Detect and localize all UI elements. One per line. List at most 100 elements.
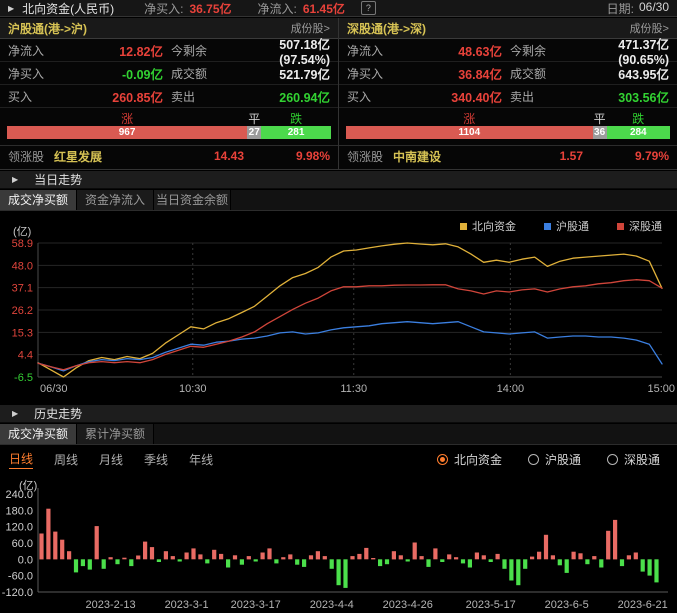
svg-text:240.0: 240.0 (5, 489, 33, 501)
svg-text:4.4: 4.4 (18, 350, 33, 362)
turnover-label: 成交额 (163, 65, 233, 82)
panel-title: 沪股通(港->沪) (8, 20, 87, 37)
leading-stock-row: 领涨股 中南建设 1.57 9.79% (339, 145, 677, 166)
radio-north-funds[interactable]: 北向资金 (437, 451, 502, 468)
intraday-line-chart: 58.948.037.126.215.34.4-6.506/3010:3011:… (0, 211, 677, 397)
intraday-tabbar: 成交净买额 资金净流入 当日资金余额 (0, 190, 677, 211)
section-header-intraday[interactable]: ▶ 当日走势 (0, 171, 677, 189)
panel-hk-sz: 深股通(港->深) 成份股> 净流入 48.63亿 今剩余 471.37亿(90… (339, 18, 677, 169)
net-inflow-value: 61.45亿 (303, 0, 345, 17)
flat-label: 平 (593, 110, 607, 125)
panel-hk-sh: 沪股通(港->沪) 成份股> 净流入 12.82亿 今剩余 507.18亿(97… (0, 18, 339, 169)
sell-value: 260.94亿 (233, 87, 330, 106)
radio-icon (437, 454, 448, 465)
data-row: 净买入 36.84亿 成交额 643.95亿 (339, 62, 677, 85)
period-weekly[interactable]: 周线 (54, 451, 78, 469)
advance-decline-bar: 967 27 281 (7, 126, 331, 139)
radio-sh-connect[interactable]: 沪股通 (528, 451, 581, 468)
connect-panels: 沪股通(港->沪) 成份股> 净流入 12.82亿 今剩余 507.18亿(97… (0, 18, 677, 170)
northbound-funds-app: ▶ 北向资金(人民币) 净买入: 36.75亿 净流入: 61.45亿 ? 日期… (0, 0, 677, 613)
tab-history-cumulative[interactable]: 累计净买额 (77, 424, 154, 444)
svg-text:14:00: 14:00 (497, 383, 525, 395)
history-bar-chart: 240.0180.0120.060.00.0-60.0-120.02023-2-… (0, 474, 677, 613)
period-daily[interactable]: 日线 (9, 450, 33, 469)
svg-text:0.0: 0.0 (18, 554, 33, 566)
sell-value: 303.56亿 (572, 87, 669, 106)
svg-text:2023-4-4: 2023-4-4 (310, 599, 354, 611)
leading-stock-row: 领涨股 红星发展 14.43 9.98% (0, 145, 338, 166)
flat-label: 平 (247, 110, 261, 125)
history-controls: 日线 周线 月线 季线 年线 北向资金 沪股通 深股通 (0, 446, 677, 473)
down-count: 281 (261, 126, 331, 139)
net-buy-label: 净买入 (347, 65, 405, 82)
svg-text:2023-3-17: 2023-3-17 (231, 599, 281, 611)
up-label: 涨 (7, 110, 247, 125)
net-inflow-label: 净流入 (347, 42, 405, 59)
svg-text:58.9: 58.9 (12, 238, 33, 250)
expander-icon[interactable]: ▶ (8, 4, 14, 13)
series-radios: 北向资金 沪股通 深股通 (437, 451, 660, 468)
period-quarterly[interactable]: 季线 (144, 451, 168, 469)
svg-text:06/30: 06/30 (40, 383, 68, 395)
svg-text:180.0: 180.0 (5, 505, 33, 517)
svg-text:15.3: 15.3 (12, 327, 33, 339)
net-inflow-value: 12.82亿 (66, 41, 163, 60)
tab-history-net-buy[interactable]: 成交净买额 (0, 424, 77, 444)
turnover-label: 成交额 (502, 65, 572, 82)
expander-icon: ▶ (12, 175, 18, 184)
advance-decline-bar: 1104 36 284 (346, 126, 670, 139)
net-buy-value: 36.75亿 (190, 0, 232, 17)
svg-text:48.0: 48.0 (12, 260, 33, 272)
svg-text:120.0: 120.0 (5, 522, 33, 534)
period-monthly[interactable]: 月线 (99, 451, 123, 469)
svg-text:2023-4-26: 2023-4-26 (383, 599, 433, 611)
svg-text:11:30: 11:30 (340, 383, 367, 395)
leading-stock-change-pct: 9.79% (583, 149, 669, 163)
history-chart: (亿) 240.0180.0120.060.00.0-60.0-120.0202… (0, 474, 677, 613)
sell-label: 卖出 (502, 88, 572, 105)
buy-label: 买入 (347, 88, 405, 105)
history-tabbar: 成交净买额 累计净买额 (0, 424, 677, 445)
data-row: 净流入 48.63亿 今剩余 471.37亿(90.65%) (339, 39, 677, 62)
svg-text:26.2: 26.2 (12, 305, 33, 317)
net-buy-label: 净买入 (8, 65, 66, 82)
tab-net-buy[interactable]: 成交净买额 (0, 190, 77, 210)
quota-left-value: 507.18亿(97.54%) (233, 34, 330, 67)
data-row: 净买入 -0.09亿 成交额 521.79亿 (0, 62, 338, 85)
radio-sz-connect[interactable]: 深股通 (607, 451, 660, 468)
tab-quota-balance[interactable]: 当日资金余额 (154, 190, 231, 210)
svg-text:2023-2-13: 2023-2-13 (85, 599, 135, 611)
quota-left-value: 471.37亿(90.65%) (572, 34, 669, 67)
data-row: 买入 260.85亿 卖出 260.94亿 (0, 85, 338, 108)
leading-stock-label: 领涨股 (347, 148, 383, 165)
leading-stock-name[interactable]: 中南建设 (393, 148, 441, 165)
radio-label: 北向资金 (454, 451, 502, 468)
page-title: 北向资金(人民币) (22, 0, 114, 17)
svg-text:2023-6-5: 2023-6-5 (545, 599, 589, 611)
net-buy-label: 净买入: (144, 0, 183, 17)
flat-count: 36 (593, 126, 607, 139)
svg-text:60.0: 60.0 (12, 538, 33, 550)
up-count: 967 (7, 126, 247, 139)
section-title: 当日走势 (34, 171, 82, 188)
turnover-value: 521.79亿 (233, 64, 330, 83)
intraday-chart: (亿) 北向资金 沪股通 深股通 58.948.037.126.215.34.4… (0, 211, 677, 397)
up-count: 1104 (346, 126, 593, 139)
section-header-history[interactable]: ▶ 历史走势 (0, 405, 677, 423)
net-buy-value: 36.84亿 (405, 64, 502, 83)
data-row: 净流入 12.82亿 今剩余 507.18亿(97.54%) (0, 39, 338, 62)
down-count: 284 (607, 126, 670, 139)
down-label: 跌 (607, 110, 670, 125)
tab-net-inflow[interactable]: 资金净流入 (77, 190, 154, 210)
radio-icon (607, 454, 618, 465)
quota-left-label: 今剩余 (502, 42, 572, 59)
period-yearly[interactable]: 年线 (189, 451, 213, 469)
svg-text:15:00: 15:00 (647, 383, 675, 395)
radio-label: 沪股通 (545, 451, 581, 468)
leading-stock-name[interactable]: 红星发展 (54, 148, 102, 165)
flat-count: 27 (247, 126, 261, 139)
expander-icon: ▶ (12, 409, 18, 418)
help-icon[interactable]: ? (361, 1, 376, 15)
date-value: 06/30 (639, 0, 669, 17)
leading-stock-price: 14.43 (214, 149, 244, 163)
